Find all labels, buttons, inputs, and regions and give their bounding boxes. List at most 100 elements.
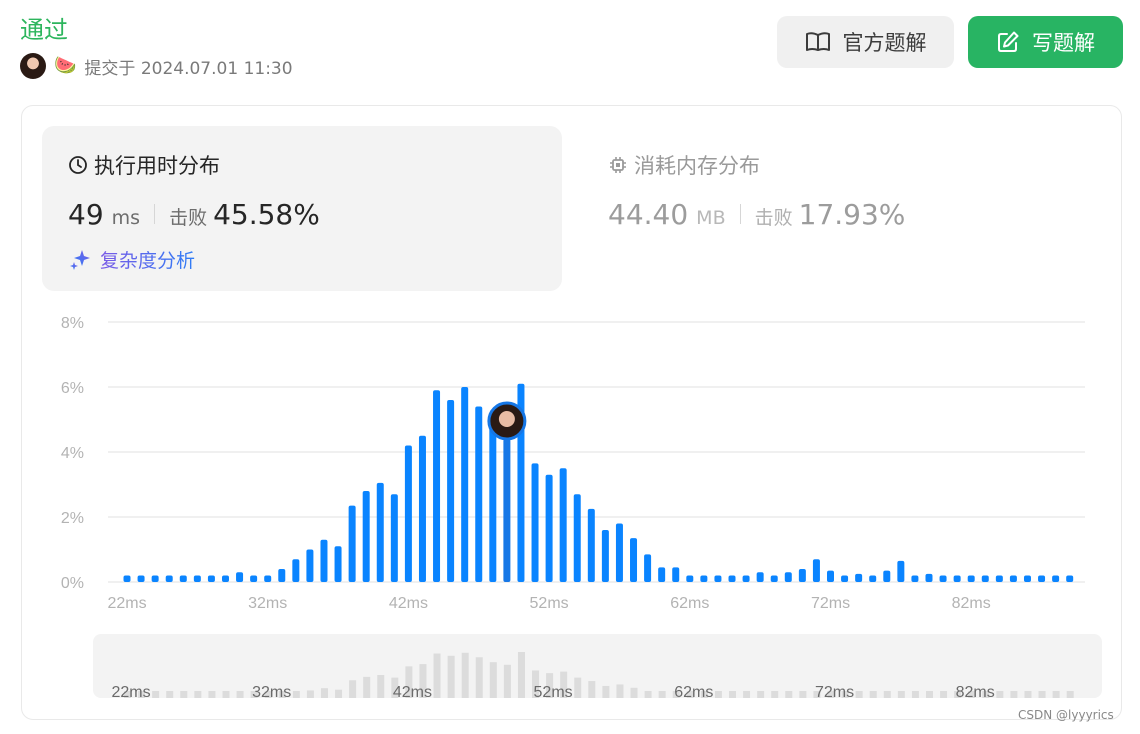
chart-bar[interactable]	[165, 575, 173, 583]
mini-bar	[785, 691, 793, 698]
chart-bar[interactable]	[897, 560, 905, 582]
chart-bar[interactable]	[742, 575, 750, 583]
mini-bar	[743, 691, 751, 698]
mini-bar	[377, 675, 385, 698]
chart-bar[interactable]	[236, 572, 244, 582]
chart-bar[interactable]	[320, 539, 328, 582]
chart-bar[interactable]	[953, 575, 961, 583]
chart-bar[interactable]	[250, 575, 258, 583]
y-tick-label: 4%	[61, 445, 84, 462]
chart-bar[interactable]	[390, 494, 398, 582]
mini-bar	[461, 652, 469, 698]
chart-bar[interactable]	[630, 538, 638, 582]
chart-bar[interactable]	[433, 390, 441, 582]
chart-bar[interactable]	[658, 567, 666, 582]
chart-bar[interactable]	[348, 505, 356, 582]
chart-bar[interactable]	[559, 468, 567, 582]
mini-bar	[1038, 691, 1046, 698]
chart-bar[interactable]	[615, 523, 623, 583]
chart-bar[interactable]	[376, 482, 384, 582]
mini-bar	[320, 688, 328, 698]
chart-bar[interactable]	[278, 569, 286, 582]
chart-bar[interactable]	[137, 575, 145, 583]
chart-bar[interactable]	[756, 572, 764, 582]
mini-bar	[714, 691, 722, 698]
chart-bar[interactable]	[489, 427, 497, 582]
chart-bar[interactable]	[264, 575, 272, 583]
chart-bar[interactable]	[1066, 575, 1074, 583]
range-brush[interactable]	[93, 634, 1102, 698]
mini-bar	[588, 681, 596, 698]
chart-bar[interactable]	[418, 435, 426, 582]
chart-bar[interactable]	[334, 546, 342, 582]
mini-bar	[757, 691, 765, 698]
chart-bar[interactable]	[686, 575, 694, 583]
chart-bar[interactable]	[728, 575, 736, 583]
chart-bar[interactable]	[770, 575, 778, 583]
mini-bar	[306, 690, 314, 698]
chart-bar[interactable]	[841, 575, 849, 583]
mini-bar	[503, 664, 511, 698]
chart-bar[interactable]	[981, 575, 989, 583]
chart-bar[interactable]	[855, 573, 863, 582]
chart-bar[interactable]	[503, 439, 511, 582]
chart-bar[interactable]	[587, 508, 595, 582]
chart-bar[interactable]	[784, 572, 792, 582]
chart-bar[interactable]	[911, 575, 919, 583]
chart-bar[interactable]	[714, 575, 722, 583]
x-tick-label: 32ms	[248, 595, 287, 612]
chart-bar[interactable]	[967, 575, 975, 583]
y-tick-label: 0%	[61, 575, 84, 592]
chart-bar[interactable]	[644, 554, 652, 582]
chart-bar[interactable]	[545, 474, 553, 582]
chart-bar[interactable]	[700, 575, 708, 583]
mini-x-tick-label: 72ms	[815, 684, 854, 701]
chart-bar[interactable]	[362, 491, 370, 582]
chart-bar[interactable]	[475, 406, 483, 583]
chart-bar[interactable]	[531, 463, 539, 582]
chart-bar[interactable]	[292, 559, 300, 582]
mini-bar	[940, 691, 948, 698]
mini-x-tick-label: 22ms	[111, 684, 150, 701]
chart-bar[interactable]	[995, 575, 1003, 583]
mini-bar	[349, 680, 357, 698]
chart-bar[interactable]	[939, 575, 947, 583]
mini-bar	[658, 691, 666, 698]
chart-bar[interactable]	[883, 570, 891, 582]
mini-bar	[996, 691, 1004, 698]
mini-bar	[517, 652, 525, 698]
chart-bar[interactable]	[672, 567, 680, 582]
chart-bar[interactable]	[1052, 575, 1060, 583]
chart-bar[interactable]	[869, 575, 877, 583]
mini-bar	[363, 676, 371, 698]
chart-bar[interactable]	[798, 569, 806, 582]
mini-bar	[925, 691, 933, 698]
runtime-distribution-chart[interactable]: 0% 2% 4% 6% 8% 22ms 32ms 42ms 52ms 62ms 72ms 82ms 22…	[0, 0, 1140, 734]
chart-bar[interactable]	[179, 575, 187, 583]
watermark: CSDN @lyyyrics	[1018, 708, 1114, 722]
chart-bar[interactable]	[404, 445, 412, 583]
chart-bar[interactable]	[193, 575, 201, 583]
chart-bar[interactable]	[601, 530, 609, 582]
chart-bar[interactable]	[221, 575, 229, 583]
chart-bar[interactable]	[812, 559, 820, 582]
mini-x-tick-label: 42ms	[393, 684, 432, 701]
chart-bar[interactable]	[1009, 575, 1017, 583]
chart-bar[interactable]	[461, 387, 469, 582]
chart-bar[interactable]	[925, 573, 933, 582]
chart-bar[interactable]	[306, 549, 314, 583]
chart-bar[interactable]	[827, 570, 834, 582]
mini-bar	[799, 691, 807, 698]
chart-bar[interactable]	[207, 575, 215, 583]
chart-bar[interactable]	[1038, 575, 1046, 583]
y-tick-label: 6%	[61, 380, 84, 397]
x-tick-label: 52ms	[530, 595, 569, 612]
mini-bar	[180, 691, 188, 698]
mini-bar	[1066, 691, 1074, 698]
chart-bar[interactable]	[151, 575, 159, 583]
chart-bar[interactable]	[573, 494, 581, 582]
chart-bar[interactable]	[1023, 575, 1031, 583]
mini-x-tick-label: 52ms	[534, 684, 573, 701]
chart-bar[interactable]	[123, 575, 131, 583]
chart-bar[interactable]	[447, 400, 455, 582]
